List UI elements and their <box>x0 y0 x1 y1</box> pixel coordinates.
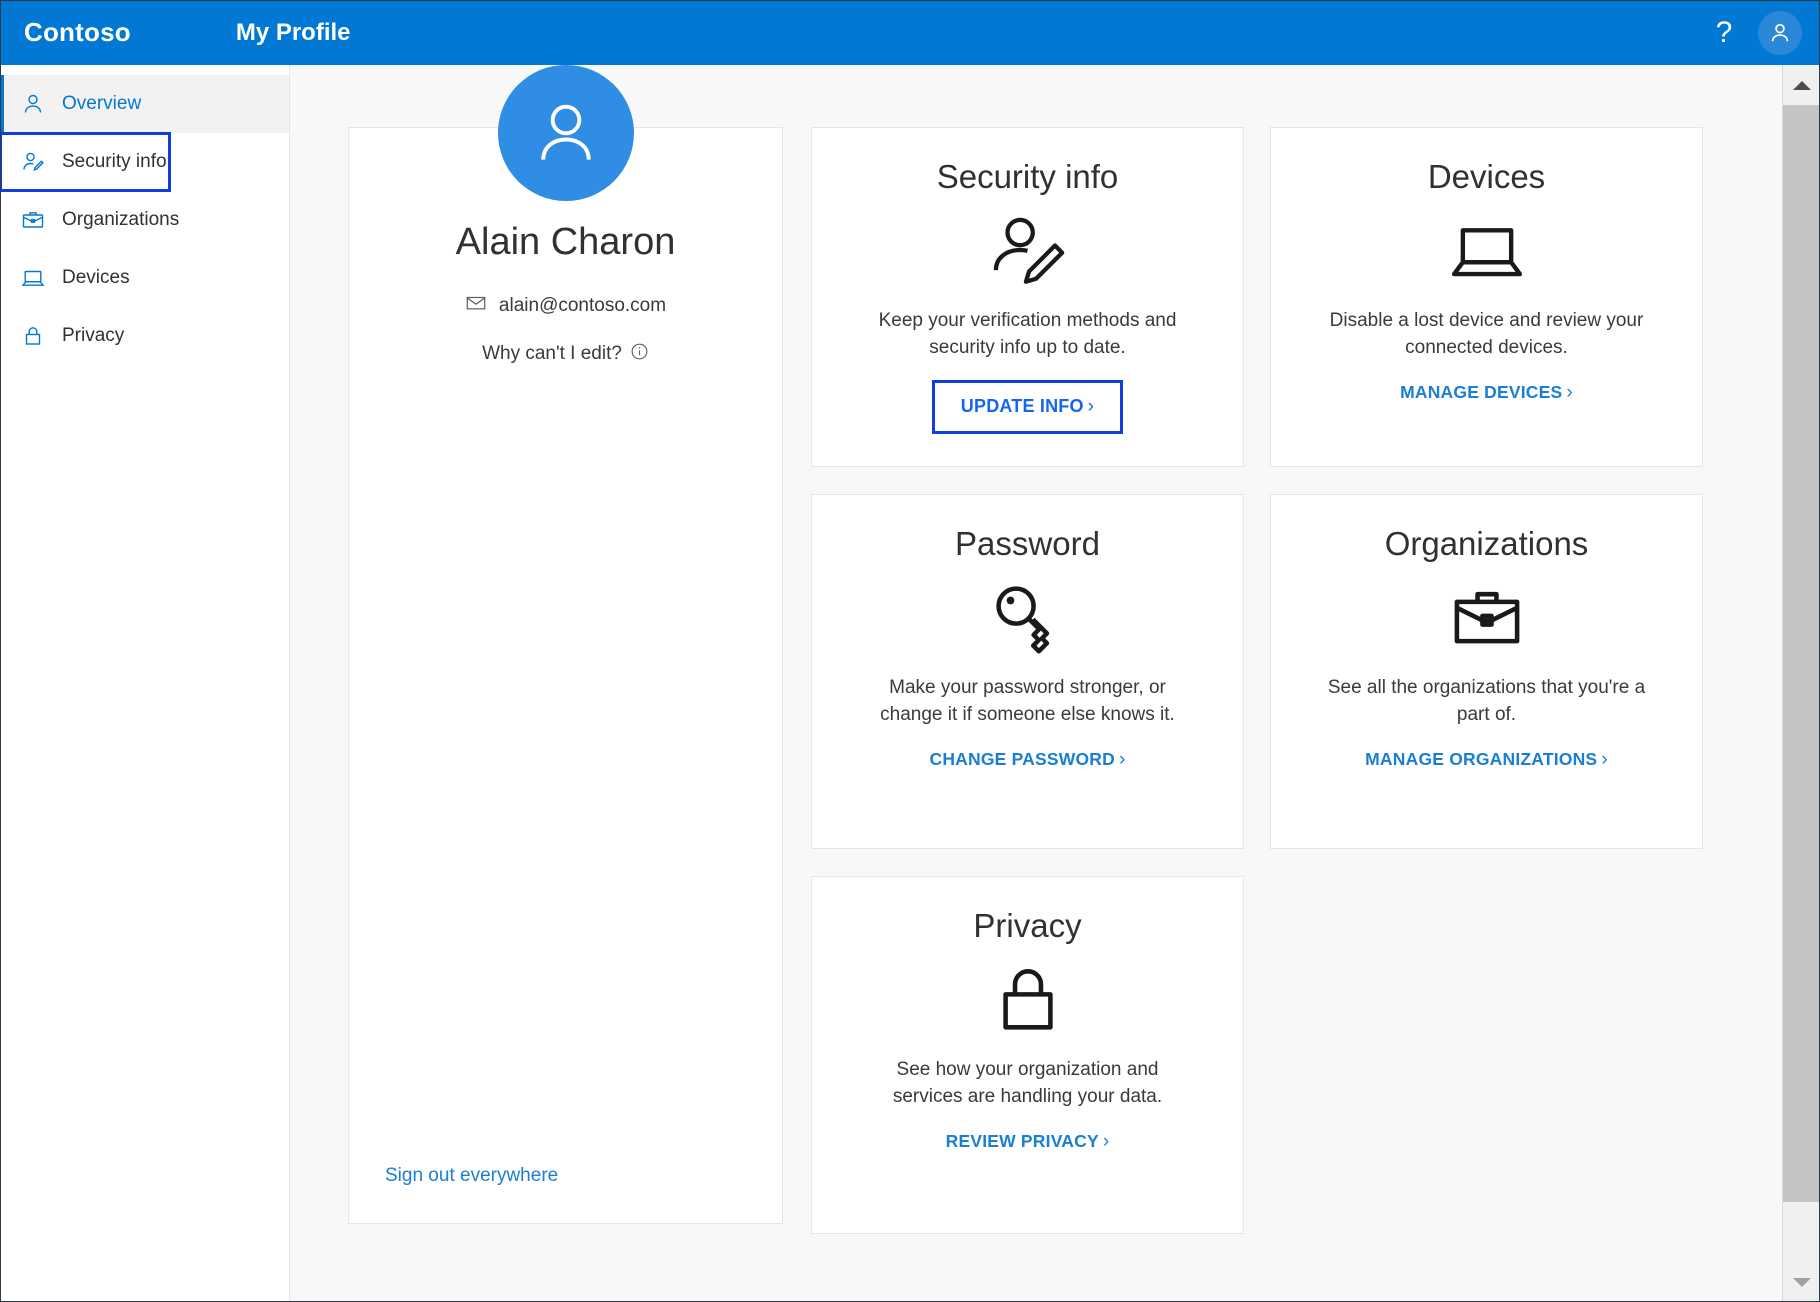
tile-description: See all the organizations that you're a … <box>1322 675 1652 729</box>
tile-title: Privacy <box>973 907 1081 945</box>
profile-card-spacer <box>385 367 746 1165</box>
briefcase-icon <box>1445 575 1529 661</box>
manage-organizations-link[interactable]: MANAGE ORGANIZATIONS › <box>1359 745 1614 775</box>
profile-email-text: alain@contoso.com <box>499 295 666 317</box>
tile-title: Organizations <box>1385 525 1589 563</box>
laptop-icon <box>1445 208 1529 294</box>
tile-description: Disable a lost device and review your co… <box>1322 308 1652 362</box>
app-title: My Profile <box>236 19 351 47</box>
sidebar-item-overview[interactable]: Overview <box>0 75 289 133</box>
key-icon <box>986 575 1070 661</box>
scrollbar-thumb[interactable] <box>1783 105 1820 1202</box>
lock-icon <box>18 321 48 351</box>
tile-grid: Security info Keep your verification met… <box>811 127 1703 1234</box>
person-icon <box>18 89 48 119</box>
vertical-scrollbar[interactable] <box>1782 65 1820 1302</box>
lock-icon <box>986 957 1070 1043</box>
tile-devices: Devices Disable a lost device and review… <box>1270 127 1703 467</box>
brand-logo-text[interactable]: Contoso <box>24 17 131 48</box>
change-password-label: CHANGE PASSWORD <box>930 749 1115 770</box>
chevron-right-icon: › <box>1119 749 1126 771</box>
review-privacy-link[interactable]: REVIEW PRIVACY › <box>940 1127 1116 1157</box>
change-password-link[interactable]: CHANGE PASSWORD › <box>924 745 1132 775</box>
page-body: Overview Security info <box>0 65 1820 1302</box>
sidebar-item-label: Security info <box>62 151 167 173</box>
tile-title: Security info <box>937 158 1119 196</box>
top-navigation-bar: Contoso My Profile ? <box>0 0 1820 65</box>
sign-out-everywhere-link[interactable]: Sign out everywhere <box>385 1165 558 1187</box>
person-edit-icon <box>987 208 1069 294</box>
envelope-icon <box>465 292 487 320</box>
my-profile-page: Contoso My Profile ? Overview <box>0 0 1820 1302</box>
tile-privacy: Privacy See how your organization and se… <box>811 876 1244 1234</box>
update-info-button[interactable]: UPDATE INFO › <box>932 380 1123 434</box>
sidebar-item-label: Overview <box>62 93 141 115</box>
sidebar-item-label: Devices <box>62 267 130 289</box>
laptop-icon <box>18 263 48 293</box>
tile-title: Password <box>955 525 1100 563</box>
why-cant-i-edit-row[interactable]: Why can't I edit? <box>385 342 746 367</box>
manage-organizations-label: MANAGE ORGANIZATIONS <box>1365 749 1597 770</box>
profile-column: Alain Charon alain@contoso.com <box>348 127 783 1234</box>
chevron-right-icon: › <box>1566 382 1573 404</box>
chevron-right-icon: › <box>1088 396 1095 418</box>
update-info-label: UPDATE INFO <box>961 396 1084 417</box>
scrollbar-track[interactable] <box>1783 105 1820 1262</box>
help-icon[interactable]: ? <box>1700 9 1748 57</box>
main-content-area: Alain Charon alain@contoso.com <box>290 65 1820 1302</box>
sidebar-item-organizations[interactable]: Organizations <box>0 191 289 249</box>
tile-password: Password Make your password stronger, or… <box>811 494 1244 849</box>
why-cant-i-edit-label: Why can't I edit? <box>482 343 622 365</box>
person-edit-icon <box>18 147 48 177</box>
account-avatar-icon[interactable] <box>1758 11 1802 55</box>
tile-description: Make your password stronger, or change i… <box>863 675 1193 729</box>
sidebar-item-label: Organizations <box>62 209 179 231</box>
review-privacy-label: REVIEW PRIVACY <box>946 1131 1099 1152</box>
tile-description: See how your organization and services a… <box>863 1057 1193 1111</box>
briefcase-icon <box>18 205 48 235</box>
info-circle-icon[interactable] <box>630 342 649 367</box>
sidebar-item-security-info[interactable]: Security info <box>0 133 170 191</box>
profile-name: Alain Charon <box>385 220 746 266</box>
tile-description: Keep your verification methods and secur… <box>863 308 1193 362</box>
tile-organizations: Organizations See all the organizations … <box>1270 494 1703 849</box>
sidebar-item-label: Privacy <box>62 325 124 347</box>
manage-devices-link[interactable]: MANAGE DEVICES › <box>1394 378 1579 408</box>
scroll-up-arrow-icon[interactable] <box>1783 65 1820 105</box>
sidebar-item-devices[interactable]: Devices <box>0 249 289 307</box>
profile-email-row: alain@contoso.com <box>385 292 746 320</box>
content-columns: Alain Charon alain@contoso.com <box>290 65 1820 1234</box>
chevron-right-icon: › <box>1103 1131 1110 1153</box>
chevron-right-icon: › <box>1601 749 1608 771</box>
sidebar-navigation: Overview Security info <box>0 65 290 1302</box>
manage-devices-label: MANAGE DEVICES <box>1400 382 1562 403</box>
tile-title: Devices <box>1428 158 1545 196</box>
person-avatar-icon <box>498 65 634 201</box>
profile-card: Alain Charon alain@contoso.com <box>348 127 783 1224</box>
tile-security-info: Security info Keep your verification met… <box>811 127 1244 467</box>
sidebar-item-privacy[interactable]: Privacy <box>0 307 289 365</box>
scroll-down-arrow-icon[interactable] <box>1783 1262 1820 1302</box>
